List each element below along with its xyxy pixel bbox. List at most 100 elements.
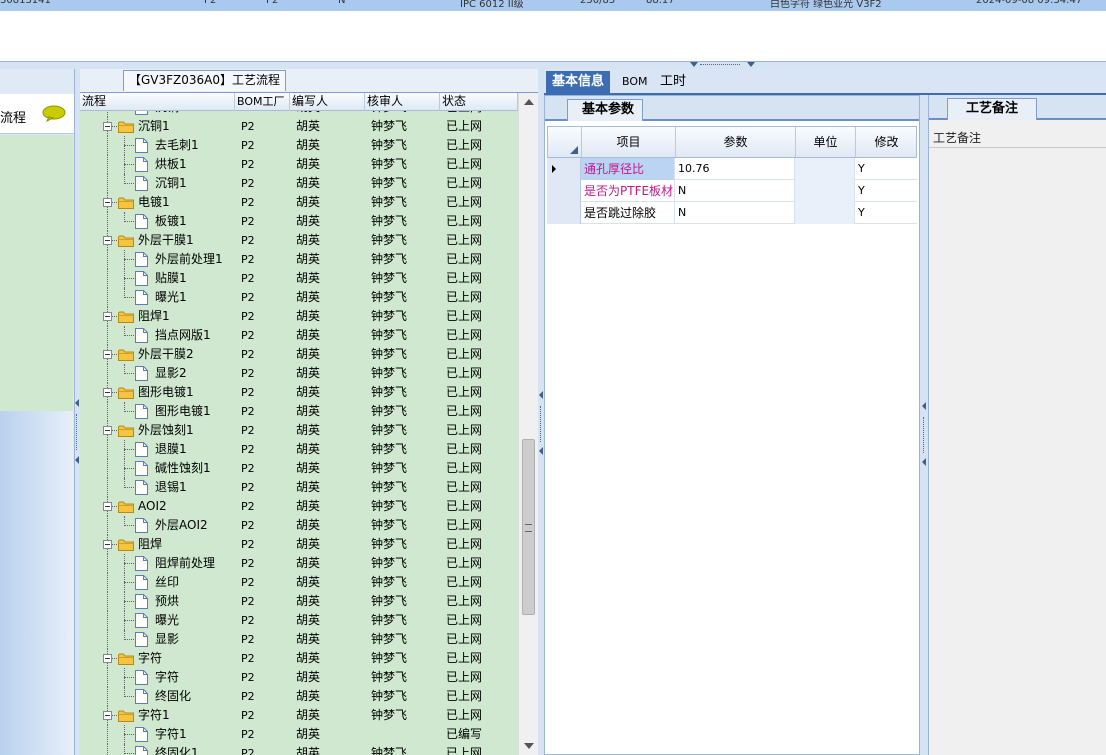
col-header-status[interactable]: 状态: [440, 93, 518, 111]
table-row[interactable]: 字符 P2 胡英 钟梦飞 已上网: [80, 649, 518, 668]
tree-node-label[interactable]: 显影: [155, 630, 179, 649]
col-header-item[interactable]: 项目: [582, 127, 676, 157]
table-row[interactable]: 外层干膜1 P2 胡英 钟梦飞 已上网: [80, 231, 518, 250]
table-row[interactable]: 板镀1 P2 胡英 钟梦飞 已上网: [80, 212, 518, 231]
table-row[interactable]: 终固化 P2 胡英 钟梦飞 已上网: [80, 687, 518, 706]
col-header-writer[interactable]: 编写人: [290, 93, 365, 111]
table-row[interactable]: 显影 P2 胡英 钟梦飞 已上网: [80, 630, 518, 649]
tab-basic-info[interactable]: 基本信息: [546, 71, 611, 93]
param-item-cell[interactable]: 是否为PTFE板材: [581, 180, 675, 202]
param-row[interactable]: 是否为PTFE板材 N Y: [547, 180, 917, 202]
table-row[interactable]: 阻焊前处理 P2 胡英 钟梦飞 已上网: [80, 554, 518, 573]
splitter-grip[interactable]: [923, 417, 925, 453]
flow-vertical-scrollbar[interactable]: [518, 93, 538, 755]
tree-node-label[interactable]: 曝光: [155, 611, 179, 630]
param-modify-cell[interactable]: Y: [855, 202, 917, 224]
param-unit-cell[interactable]: [795, 158, 855, 180]
col-header-modify[interactable]: 修改: [856, 127, 917, 157]
tree-node-label[interactable]: 阻焊前处理: [155, 554, 215, 573]
table-row[interactable]: 沉铜1 P2 胡英 钟梦飞 已上网: [80, 117, 518, 136]
tree-node-label[interactable]: 外层干膜2: [138, 345, 194, 364]
table-row[interactable]: 贴膜1 P2 胡英 钟梦飞 已上网: [80, 269, 518, 288]
left-panel-list-area[interactable]: [0, 135, 73, 411]
table-row[interactable]: 去毛刺1 P2 胡英 钟梦飞 已上网: [80, 136, 518, 155]
col-header-unit[interactable]: 单位: [796, 127, 856, 157]
col-header-bom-factory[interactable]: BOM工厂: [235, 93, 290, 111]
tree-node-label[interactable]: AOI2: [138, 497, 167, 516]
tree-node-label[interactable]: 字符1: [138, 706, 170, 725]
collapse-left-arrow-icon[interactable]: [922, 402, 926, 410]
param-row[interactable]: 是否跳过除胶 N Y: [547, 202, 917, 224]
param-item-cell[interactable]: 是否跳过除胶: [581, 202, 675, 224]
top-selected-row[interactable]: 30813141 P2 P2 N IPC 6012 II级 250/85 88.17 白色字符…: [0, 0, 1106, 11]
collapse-toggle-icon[interactable]: [103, 502, 112, 511]
param-unit-cell[interactable]: [795, 180, 855, 202]
table-row[interactable]: 预烘 P2 胡英 钟梦飞 已上网: [80, 592, 518, 611]
collapse-left-arrow-icon[interactable]: [75, 399, 79, 407]
param-value-cell[interactable]: N: [675, 202, 795, 224]
param-modify-cell[interactable]: Y: [855, 180, 917, 202]
splitter-grip[interactable]: [76, 414, 78, 450]
tree-node-label[interactable]: 预烘: [155, 592, 179, 611]
collapse-left-arrow-icon[interactable]: [922, 458, 926, 466]
tree-node-label[interactable]: 烘板1: [155, 155, 187, 174]
collapse-toggle-icon[interactable]: [103, 388, 112, 397]
tree-node-label[interactable]: 字符: [155, 668, 179, 687]
tree-node-label[interactable]: 阻焊: [138, 535, 162, 554]
tree-node-label[interactable]: 显影2: [155, 364, 187, 383]
table-row[interactable]: 字符 P2 胡英 钟梦飞 已上网: [80, 668, 518, 687]
horizontal-splitter[interactable]: [0, 61, 1106, 69]
tree-node-label[interactable]: 挡点网版1: [155, 326, 211, 345]
collapse-left-arrow-icon[interactable]: [539, 391, 543, 399]
header-corner[interactable]: [548, 127, 582, 157]
collapse-toggle-icon[interactable]: [103, 711, 112, 720]
tree-node-label[interactable]: 图形电镀1: [155, 402, 211, 421]
tab-work-hours[interactable]: 工时: [654, 71, 692, 93]
collapse-toggle-icon[interactable]: [103, 236, 112, 245]
tree-node-label[interactable]: 外层干膜1: [138, 231, 194, 250]
splitter-grip[interactable]: [700, 64, 740, 67]
tree-node-label[interactable]: 外层前处理1: [155, 250, 223, 269]
tab-process-notes[interactable]: 工艺备注: [947, 98, 1038, 120]
table-row[interactable]: 字符1 P2 胡英 钟梦飞 已上网: [80, 706, 518, 725]
table-row[interactable]: 电镀1 P2 胡英 钟梦飞 已上网: [80, 193, 518, 212]
tree-node-label[interactable]: 贴膜1: [155, 269, 187, 288]
tree-node-label[interactable]: 丝印: [155, 573, 179, 592]
speech-bubble-icon[interactable]: [42, 105, 66, 122]
scroll-thumb[interactable]: [522, 439, 535, 615]
col-header-reviewer[interactable]: 核审人: [365, 93, 440, 111]
table-row[interactable]: 阻焊 P2 胡英 钟梦飞 已上网: [80, 535, 518, 554]
table-row[interactable]: 挡点网版1 P2 胡英 钟梦飞 已上网: [80, 326, 518, 345]
right-splitter[interactable]: [920, 95, 928, 755]
tree-node-label[interactable]: 外层AOI2: [155, 516, 208, 535]
table-row[interactable]: 丝印 P2 胡英 钟梦飞 已上网: [80, 573, 518, 592]
tree-node-label[interactable]: 终固化: [155, 687, 191, 706]
tree-node-label[interactable]: 沉铜1: [155, 174, 187, 193]
col-header-value[interactable]: 参数: [676, 127, 796, 157]
param-value-cell[interactable]: 10.76: [675, 158, 795, 180]
table-row[interactable]: 阻焊1 P2 胡英 钟梦飞 已上网: [80, 307, 518, 326]
tab-bom[interactable]: BOM: [616, 71, 654, 93]
table-row[interactable]: 显影2 P2 胡英 钟梦飞 已上网: [80, 364, 518, 383]
splitter-grip[interactable]: [540, 406, 542, 442]
tree-node-label[interactable]: 电镀1: [138, 193, 170, 212]
collapse-toggle-icon[interactable]: [103, 122, 112, 131]
collapse-toggle-icon[interactable]: [103, 350, 112, 359]
tab-basic-params[interactable]: 基本参数: [567, 99, 644, 121]
param-value-cell[interactable]: N: [675, 180, 795, 202]
tree-node-label[interactable]: 阻焊1: [138, 307, 170, 326]
table-row[interactable]: 退锡1 P2 胡英 钟梦飞 已上网: [80, 478, 518, 497]
tree-node-label[interactable]: 曝光1: [155, 288, 187, 307]
collapse-toggle-icon[interactable]: [103, 540, 112, 549]
row-indicator[interactable]: [547, 202, 581, 224]
row-indicator[interactable]: [547, 158, 581, 180]
table-row[interactable]: 外层蚀刻1 P2 胡英 钟梦飞 已上网: [80, 421, 518, 440]
param-modify-cell[interactable]: Y: [855, 158, 917, 180]
tree-node-label[interactable]: 沉铜1: [138, 117, 170, 136]
collapse-left-arrow-icon[interactable]: [539, 447, 543, 455]
collapse-toggle-icon[interactable]: [103, 654, 112, 663]
tree-node-label[interactable]: 退锡1: [155, 478, 187, 497]
tree-node-label[interactable]: 字符: [138, 649, 162, 668]
col-header-flow[interactable]: 流程: [80, 93, 235, 111]
table-row[interactable]: 曝光 P2 胡英 钟梦飞 已上网: [80, 611, 518, 630]
